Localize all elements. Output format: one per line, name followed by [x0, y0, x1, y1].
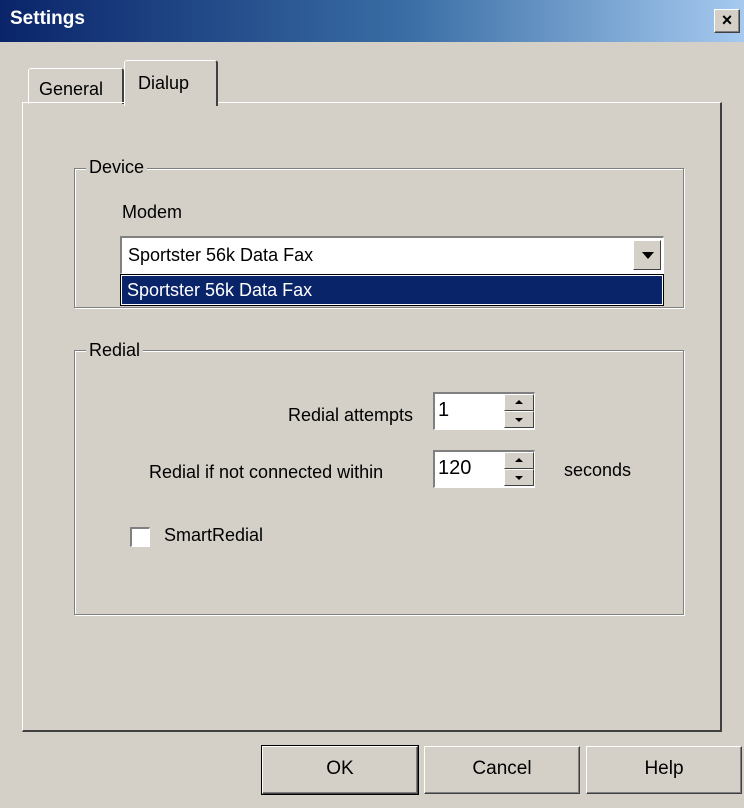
tab-dialup-label: Dialup: [138, 73, 190, 93]
smart-redial-label[interactable]: SmartRedial: [164, 525, 263, 546]
dropdown-option-label: Sportster 56k Data Fax: [127, 280, 313, 300]
spin-down-icon: [515, 418, 523, 422]
close-icon: ×: [721, 10, 733, 30]
redial-timeout-decrement[interactable]: [504, 469, 534, 486]
modem-label: Modem: [122, 202, 183, 222]
help-button-label: Help: [644, 758, 684, 779]
ok-button[interactable]: OK: [261, 745, 419, 795]
spin-up-icon: [515, 458, 523, 462]
dropdown-arrow-icon: [642, 252, 654, 259]
spin-up-icon: [515, 400, 523, 404]
redial-attempts-decrement[interactable]: [504, 411, 534, 428]
redial-attempts-spin-buttons: [504, 394, 534, 429]
close-button[interactable]: ×: [714, 9, 740, 33]
cancel-button-label: Cancel: [472, 758, 532, 779]
tab-general[interactable]: General: [28, 68, 124, 104]
redial-timeout-increment[interactable]: [504, 452, 534, 469]
redial-timeout-spin-buttons: [504, 452, 534, 487]
modem-combobox[interactable]: Sportster 56k Data Fax: [120, 236, 664, 274]
spin-down-icon: [515, 476, 523, 480]
redial-attempts-value: 1: [438, 399, 450, 421]
ok-button-label: OK: [326, 758, 354, 779]
redial-group-label: Redial: [86, 340, 144, 360]
cancel-button[interactable]: Cancel: [424, 746, 580, 794]
redial-timeout-spinner[interactable]: 120: [433, 450, 535, 488]
device-group-label: Device: [86, 157, 148, 177]
window-title: Settings: [10, 8, 85, 29]
title-bar: Settings ×: [0, 0, 744, 42]
help-button[interactable]: Help: [586, 746, 742, 794]
redial-attempts-spinner[interactable]: 1: [433, 392, 535, 430]
seconds-unit-label: seconds: [564, 460, 632, 480]
redial-attempts-label: Redial attempts: [288, 405, 414, 425]
redial-attempts-increment[interactable]: [504, 394, 534, 411]
modem-dropdown-list: Sportster 56k Data Fax: [120, 274, 664, 306]
tab-general-label: General: [39, 79, 104, 99]
dropdown-option[interactable]: Sportster 56k Data Fax: [122, 276, 662, 304]
smart-redial-checkbox[interactable]: [130, 527, 150, 547]
modem-selected-value: Sportster 56k Data Fax: [128, 245, 314, 265]
redial-timeout-label: Redial if not connected within: [149, 462, 384, 482]
redial-timeout-value: 120: [438, 457, 472, 479]
modem-dropdown-button[interactable]: [633, 240, 661, 270]
tab-dialup[interactable]: Dialup: [124, 60, 218, 106]
